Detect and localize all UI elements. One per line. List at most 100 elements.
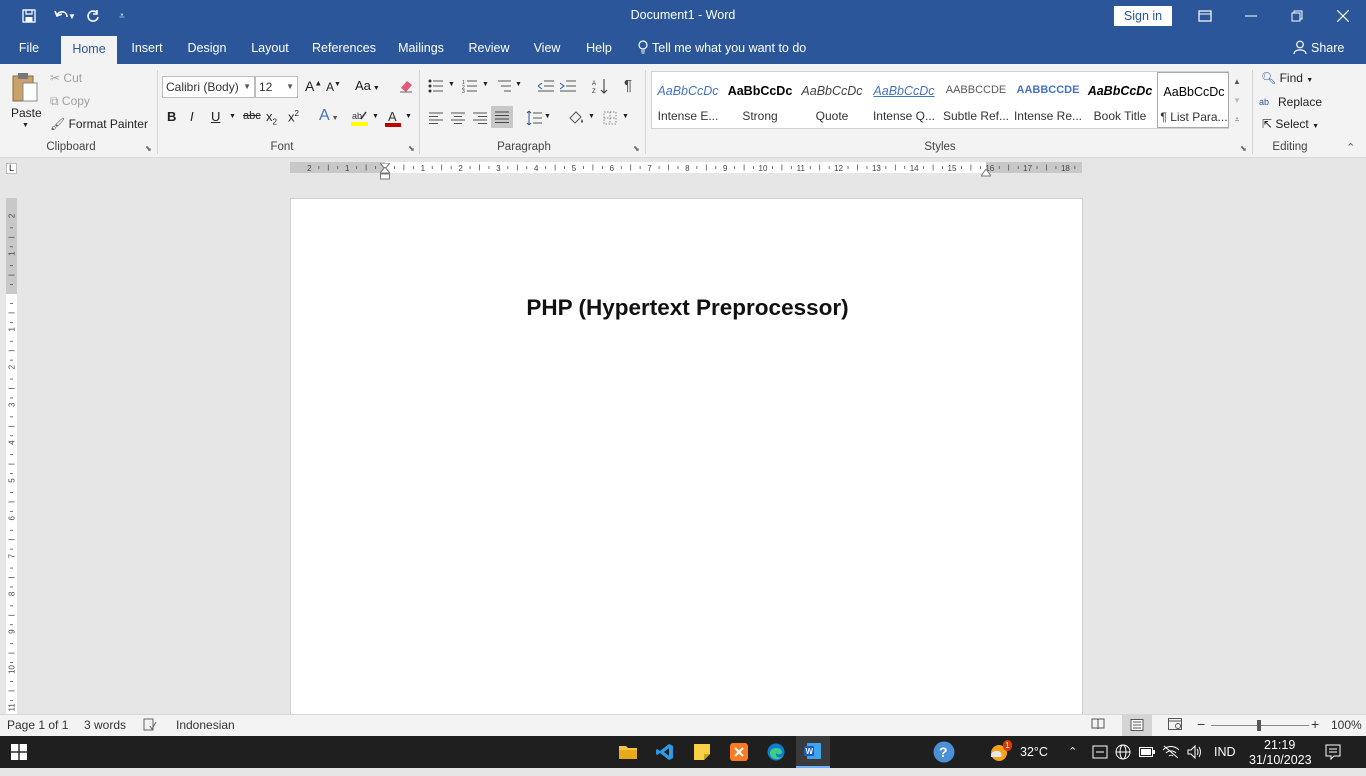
find-button[interactable]: 🔍︎ Find ▼ — [1261, 71, 1313, 85]
style-intense-reference[interactable]: AABBCCDE Intense Re... — [1012, 72, 1084, 128]
zoom-out-icon[interactable]: − — [1197, 716, 1205, 732]
show-marks-button[interactable]: ¶ — [624, 77, 632, 94]
numbering-dropdown-icon[interactable]: ▼ — [482, 81, 489, 88]
show-hidden-icons-icon[interactable]: ⌃ — [1068, 736, 1077, 768]
tab-mailings[interactable]: Mailings — [391, 32, 451, 64]
battery-icon[interactable] — [1134, 740, 1160, 764]
font-name-combo[interactable]: Calibri (Body) ▼ — [162, 76, 255, 98]
style-intense-emphasis[interactable]: AaBbCcDc Intense E... — [652, 72, 724, 128]
format-painter-button[interactable]: 🖌 Format Painter — [50, 117, 148, 131]
zoom-level[interactable]: 100% — [1331, 718, 1362, 732]
grow-font-button[interactable]: A▲ — [305, 78, 322, 94]
replace-button[interactable]: ab Replace — [1259, 94, 1322, 109]
style-list-paragraph[interactable]: AaBbCcDc ¶ List Para... — [1157, 72, 1229, 128]
volume-icon[interactable] — [1182, 740, 1208, 764]
borders-dropdown-icon[interactable]: ▼ — [622, 113, 629, 120]
language-indicator[interactable]: Indonesian — [176, 718, 235, 732]
shading-icon[interactable] — [566, 108, 586, 128]
styles-launcher-icon[interactable]: ⬊ — [1240, 144, 1247, 153]
paste-dropdown-icon[interactable]: ▼ — [22, 122, 29, 129]
style-intense-quote[interactable]: AaBbCcDc Intense Q... — [868, 72, 940, 128]
zoom-in-icon[interactable]: + — [1311, 716, 1319, 732]
clipboard-launcher-icon[interactable]: ⬊ — [145, 144, 152, 153]
print-layout-icon[interactable] — [1122, 715, 1152, 736]
tab-design[interactable]: Design — [180, 32, 234, 64]
minimize-icon[interactable] — [1228, 0, 1274, 32]
line-spacing-dropdown-icon[interactable]: ▼ — [544, 113, 551, 120]
tab-help[interactable]: Help — [579, 32, 619, 64]
word-taskbar-button[interactable]: W — [796, 736, 830, 768]
line-spacing-icon[interactable] — [524, 108, 544, 128]
select-button[interactable]: ⇱ Select ▼ — [1262, 117, 1319, 131]
font-launcher-icon[interactable]: ⬊ — [408, 144, 415, 153]
proofing-icon[interactable] — [143, 718, 157, 734]
tab-home[interactable]: Home — [61, 36, 117, 64]
undo-dropdown-icon[interactable]: ▼ — [66, 0, 78, 32]
clear-formatting-icon[interactable] — [396, 76, 416, 96]
sticky-notes-icon[interactable] — [689, 740, 715, 764]
left-indent-marker[interactable] — [378, 166, 392, 180]
align-right-icon[interactable] — [470, 108, 490, 128]
temperature[interactable]: 32°C — [1020, 736, 1048, 768]
save-icon[interactable] — [17, 0, 41, 32]
italic-button[interactable]: I — [190, 109, 194, 124]
tab-selector-icon[interactable]: L — [6, 163, 17, 174]
horizontal-ruler[interactable]: 2 1 1 2 3 4 5 6 7 8 9 10 11 12 13 14 15 16 17 18 — [290, 162, 1082, 173]
shading-dropdown-icon[interactable]: ▼ — [588, 113, 595, 120]
tab-references[interactable]: References — [306, 32, 382, 64]
increase-indent-icon[interactable] — [558, 76, 578, 96]
bold-button[interactable]: B — [167, 109, 176, 124]
globe-icon[interactable] — [1110, 740, 1136, 764]
right-indent-marker[interactable] — [980, 166, 992, 177]
document-heading[interactable]: PHP (Hypertext Preprocessor) — [291, 295, 1084, 321]
justify-icon[interactable] — [491, 106, 513, 128]
paste-icon[interactable] — [10, 70, 40, 104]
customize-qat-icon[interactable]: ⩡ — [110, 0, 134, 32]
numbering-icon[interactable]: 123 — [460, 76, 480, 96]
share-button[interactable]: Share — [1293, 32, 1344, 64]
vertical-ruler[interactable]: 2 1 1 2 3 4 5 6 7 8 9 10 11 — [6, 198, 17, 714]
align-center-icon[interactable] — [448, 108, 468, 128]
windows-start-icon[interactable] — [6, 740, 32, 764]
close-icon[interactable] — [1320, 0, 1366, 32]
highlight-icon[interactable]: ab — [350, 108, 370, 128]
paste-label[interactable]: Paste — [11, 106, 42, 120]
bullets-icon[interactable] — [426, 76, 446, 96]
tab-layout[interactable]: Layout — [244, 32, 296, 64]
styles-scroll-up-icon[interactable]: ▲ — [1231, 72, 1243, 91]
style-book-title[interactable]: AaBbCcDc Book Title — [1084, 72, 1156, 128]
tab-review[interactable]: Review — [462, 32, 516, 64]
multilevel-dropdown-icon[interactable]: ▼ — [515, 81, 522, 88]
read-mode-icon[interactable] — [1091, 718, 1105, 733]
tab-insert[interactable]: Insert — [124, 32, 170, 64]
subscript-button[interactable]: x2 — [266, 109, 277, 127]
tab-view[interactable]: View — [526, 32, 568, 64]
change-case-button[interactable]: Aa ▼ — [355, 78, 380, 93]
strikethrough-button[interactable]: abc — [243, 110, 261, 122]
page-count[interactable]: Page 1 of 1 — [7, 718, 68, 732]
sort-icon[interactable]: AZ — [590, 76, 610, 96]
vscode-icon[interactable] — [652, 740, 678, 764]
web-layout-icon[interactable] — [1168, 718, 1182, 733]
document-page[interactable]: PHP (Hypertext Preprocessor) — [290, 198, 1083, 718]
font-size-combo[interactable]: 12 ▼ — [255, 76, 298, 98]
paragraph-launcher-icon[interactable]: ⬊ — [633, 144, 640, 153]
input-language[interactable]: IND — [1214, 736, 1236, 768]
wifi-disconnected-icon[interactable] — [1158, 740, 1184, 764]
notifications-icon[interactable] — [1320, 740, 1346, 764]
style-quote[interactable]: AaBbCcDc Quote — [796, 72, 868, 128]
first-line-indent-marker[interactable] — [378, 159, 392, 170]
font-color-icon[interactable]: A — [383, 108, 403, 128]
style-subtle-reference[interactable]: AABBCCDE Subtle Ref... — [940, 72, 1012, 128]
ribbon-display-options-icon[interactable] — [1182, 0, 1228, 32]
zoom-slider-thumb[interactable] — [1257, 720, 1261, 731]
collapse-ribbon-icon[interactable]: ⌃ — [1346, 141, 1355, 154]
redo-icon[interactable] — [81, 0, 105, 32]
word-count[interactable]: 3 words — [84, 718, 126, 732]
decrease-indent-icon[interactable] — [536, 76, 556, 96]
xampp-icon[interactable] — [726, 740, 752, 764]
multilevel-list-icon[interactable] — [494, 76, 514, 96]
highlight-dropdown-icon[interactable]: ▼ — [372, 113, 379, 120]
sign-in-button[interactable]: Sign in — [1114, 6, 1172, 26]
align-left-icon[interactable] — [426, 108, 446, 128]
